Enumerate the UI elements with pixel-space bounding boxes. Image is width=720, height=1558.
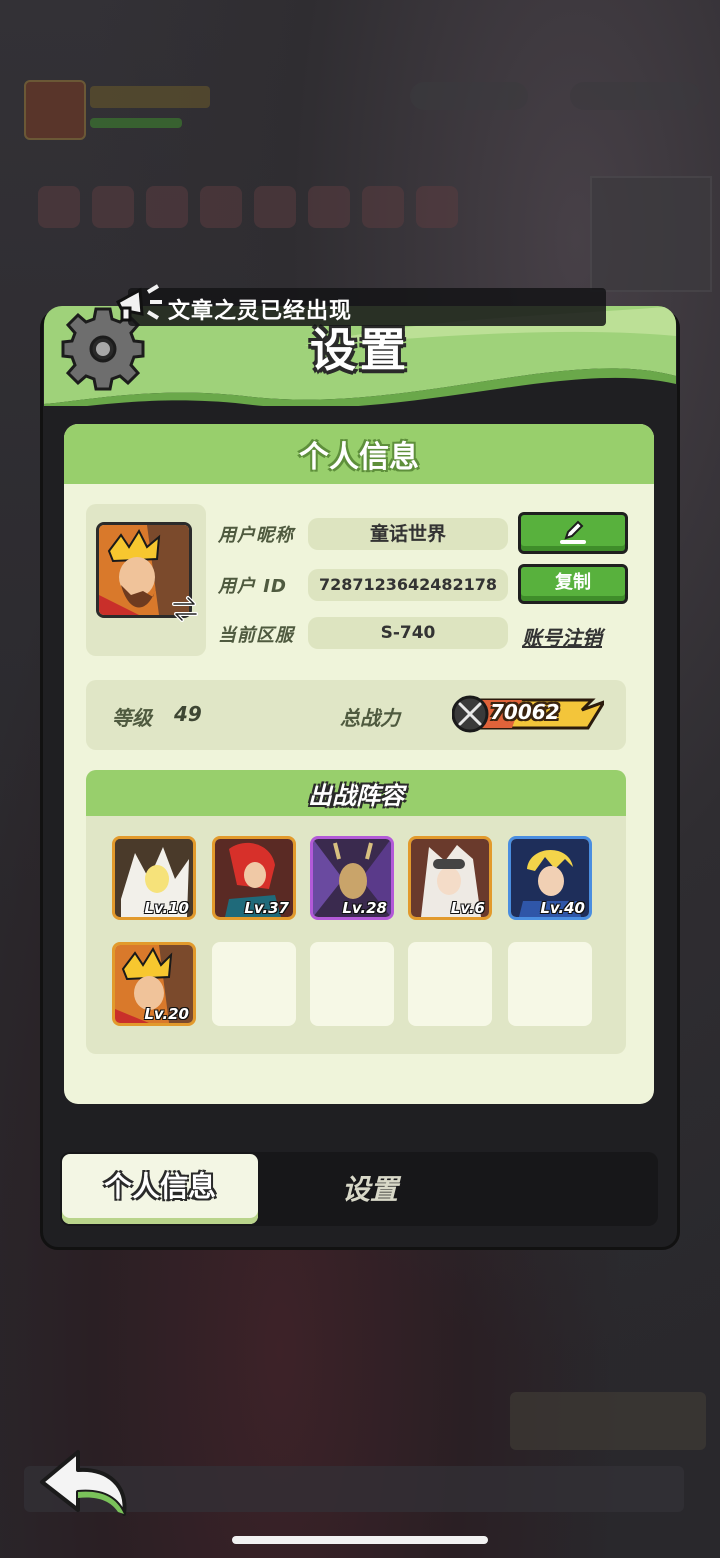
battle-lineup: 出战阵容 Lv.10 Lv.37 Lv.28 Lv.6 Lv.40 Lv.20: [86, 770, 626, 1054]
hero-slot[interactable]: Lv.40: [508, 836, 592, 920]
hero-level: Lv.20: [144, 1005, 189, 1023]
hero-slot[interactable]: Lv.28: [310, 836, 394, 920]
tab-profile[interactable]: 个人信息: [62, 1154, 258, 1224]
hero-slot[interactable]: Lv.10: [112, 836, 196, 920]
hud-event-icons: [38, 186, 458, 228]
avatar-frame: [86, 504, 206, 656]
delete-account-link[interactable]: 账号注销: [522, 622, 602, 651]
hero-level: Lv.6: [450, 899, 485, 917]
profile-card: 个人信息 用户昵称 童话世界 用户 ID 7287123642482178 复制…: [64, 424, 654, 1104]
user-id-label: 用户 ID: [218, 576, 287, 597]
hud-exp-bar: [90, 118, 182, 128]
edit-icon: [560, 520, 586, 544]
hud-avatar: [24, 80, 86, 140]
power-label: 总战力: [340, 706, 400, 730]
background-task-card: [510, 1392, 706, 1450]
swap-icon[interactable]: [170, 596, 200, 622]
power-value: 70062: [490, 700, 560, 724]
lineup-title: 出战阵容: [308, 782, 404, 810]
nickname-label: 用户昵称: [218, 525, 294, 546]
horn-icon: [116, 284, 162, 322]
copy-id-button[interactable]: 复制: [518, 564, 628, 604]
hero-level: Lv.10: [144, 899, 189, 917]
hud-name-bar: [90, 86, 210, 108]
server-field: S-740: [308, 617, 508, 649]
background-minimap: [590, 176, 712, 292]
back-arrow-icon[interactable]: [38, 1448, 132, 1518]
hero-slot[interactable]: Lv.20: [112, 942, 196, 1026]
hero-slot[interactable]: Lv.37: [212, 836, 296, 920]
level-label: 等级: [112, 706, 152, 730]
empty-hero-slot[interactable]: [310, 942, 394, 1026]
edit-nickname-button[interactable]: [518, 512, 628, 554]
tab-settings[interactable]: 设置: [300, 1168, 440, 1208]
level-value: 49: [174, 702, 202, 726]
profile-card-title: 个人信息: [299, 440, 419, 475]
stats-row: 等级 49 总战力 70062: [86, 680, 626, 750]
empty-hero-slot[interactable]: [212, 942, 296, 1026]
empty-hero-slot[interactable]: [408, 942, 492, 1026]
hero-level: Lv.40: [540, 899, 585, 917]
nickname-field: 童话世界: [308, 518, 508, 550]
hud-resource: [410, 82, 528, 110]
hero-level: Lv.28: [342, 899, 387, 917]
hero-slot[interactable]: Lv.6: [408, 836, 492, 920]
hero-level: Lv.37: [244, 899, 289, 917]
empty-hero-slot[interactable]: [508, 942, 592, 1026]
user-id-field: 7287123642482178: [308, 569, 508, 601]
announcement-text: 文章之灵已经出现: [168, 299, 353, 324]
server-label: 当前区服: [218, 625, 294, 646]
hud-resource: [570, 82, 700, 110]
home-indicator[interactable]: [232, 1536, 488, 1544]
